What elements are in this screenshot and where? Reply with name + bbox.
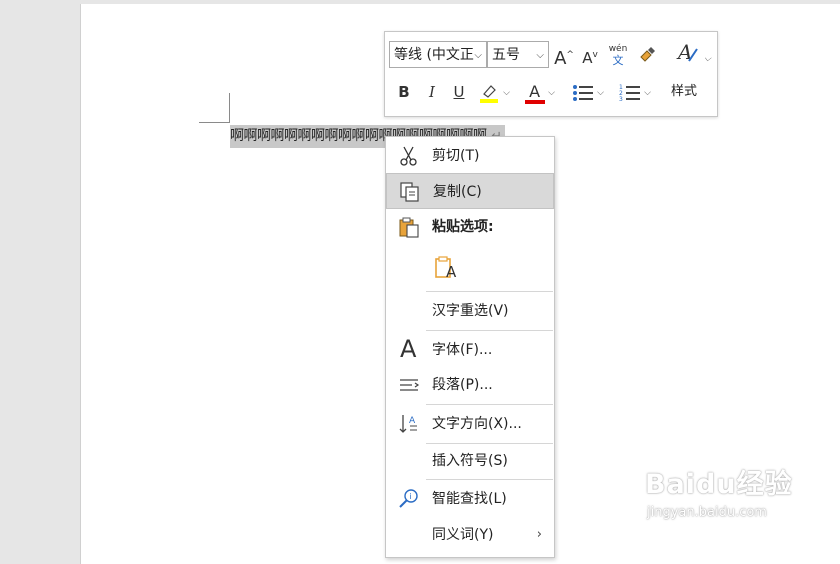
watermark-url: jingyan.baidu.com bbox=[647, 505, 767, 520]
menu-separator bbox=[426, 404, 553, 405]
bullet-list-icon bbox=[573, 84, 594, 101]
italic-button[interactable]: I bbox=[421, 78, 443, 106]
grow-font-button[interactable]: A^ bbox=[553, 41, 575, 69]
svg-text:A: A bbox=[409, 416, 416, 426]
format-painter-button[interactable] bbox=[635, 41, 659, 69]
context-menu: 剪切(T) 复制(C) 粘贴选项: A 汉字重选(V) A 字体(F)... 段… bbox=[385, 136, 555, 558]
format-painter-icon bbox=[640, 47, 655, 62]
scissors-icon bbox=[400, 146, 417, 166]
shrink-font-button[interactable]: Av bbox=[579, 41, 601, 69]
menu-separator bbox=[426, 291, 553, 292]
phonetic-bottom: 文 bbox=[612, 54, 624, 67]
menu-item-label: 同义词(Y) bbox=[432, 527, 494, 543]
font-name-value: 等线 (中文正 bbox=[394, 47, 474, 63]
menu-item-insert-symbol[interactable]: 插入符号(S) bbox=[386, 443, 554, 479]
menu-item-font[interactable]: A 字体(F)... bbox=[386, 332, 554, 368]
chevron-down-icon: ⌵ bbox=[536, 50, 544, 61]
menu-item-paste-options: 粘贴选项: bbox=[386, 209, 554, 245]
menu-item-label: 粘贴选项: bbox=[432, 219, 494, 235]
font-size-dropdown[interactable]: 五号 ⌵ bbox=[487, 41, 549, 68]
menu-item-label: 字体(F)... bbox=[432, 342, 493, 358]
menu-item-label: 插入符号(S) bbox=[432, 453, 508, 469]
chevron-down-icon: ⌵ bbox=[597, 87, 604, 98]
chevron-down-icon: ⌵ bbox=[548, 87, 555, 98]
chevron-down-icon: ⌵ bbox=[704, 54, 711, 64]
menu-item-text-direction[interactable]: A 文字方向(X)... bbox=[386, 406, 554, 442]
paste-icon bbox=[399, 217, 419, 238]
font-name-dropdown[interactable]: 等线 (中文正 ⌵ bbox=[389, 41, 487, 68]
menu-item-label: 汉字重选(V) bbox=[432, 303, 509, 319]
menu-item-synonyms[interactable]: 同义词(Y) › bbox=[386, 517, 554, 553]
grow-font-icon: A bbox=[554, 48, 567, 69]
copy-icon bbox=[400, 182, 419, 202]
crop-mark-horizontal bbox=[199, 122, 230, 123]
bold-button[interactable]: B bbox=[393, 78, 415, 106]
watermark: Baidu经验 jingyan.baidu.com bbox=[645, 462, 793, 520]
menu-separator bbox=[426, 330, 553, 331]
phonetic-guide-button[interactable]: wén 文 bbox=[607, 41, 629, 69]
styles-icon: A bbox=[676, 40, 698, 64]
shrink-font-icon: A bbox=[582, 49, 593, 67]
svg-text:3: 3 bbox=[619, 96, 623, 103]
menu-item-label: 复制(C) bbox=[433, 184, 482, 200]
chevron-down-icon: ⌵ bbox=[474, 50, 482, 61]
styles-button[interactable]: A ⌵ bbox=[673, 39, 713, 67]
chevron-down-icon: ⌵ bbox=[503, 87, 510, 98]
menu-item-copy[interactable]: 复制(C) bbox=[386, 173, 554, 209]
menu-item-label: 智能查找(L) bbox=[432, 491, 507, 507]
mini-toolbar: 等线 (中文正 ⌵ 五号 ⌵ A^ Av wén 文 A ⌵ 样式 B I U … bbox=[384, 31, 718, 117]
svg-text:i: i bbox=[409, 492, 411, 501]
paste-keep-text-letter: A bbox=[446, 263, 457, 281]
menu-item-label: 文字方向(X)... bbox=[432, 416, 522, 432]
chevron-down-icon: ⌵ bbox=[644, 87, 651, 98]
styles-label: 样式 bbox=[671, 84, 698, 99]
crop-mark-vertical bbox=[229, 93, 230, 123]
menu-item-paragraph[interactable]: 段落(P)... bbox=[386, 367, 554, 403]
font-icon: A bbox=[400, 335, 417, 363]
menu-separator bbox=[426, 479, 553, 480]
menu-item-smart-lookup[interactable]: i 智能查找(L) bbox=[386, 481, 554, 517]
font-color-bar bbox=[525, 99, 546, 104]
watermark-brand: Baidu经验 bbox=[645, 469, 793, 500]
smart-lookup-icon: i bbox=[399, 489, 418, 508]
chevron-right-icon: › bbox=[536, 527, 542, 542]
paste-keep-text-only[interactable]: A bbox=[386, 247, 554, 287]
highlighter-icon bbox=[480, 84, 499, 103]
menu-item-reconvert[interactable]: 汉字重选(V) bbox=[386, 293, 554, 329]
underline-button[interactable]: U bbox=[448, 78, 470, 106]
paragraph-icon bbox=[400, 379, 420, 391]
bullets-button[interactable]: ⌵ bbox=[568, 78, 608, 106]
menu-item-label: 段落(P)... bbox=[432, 377, 493, 393]
text-direction-icon: A bbox=[399, 415, 417, 433]
font-size-value: 五号 bbox=[492, 47, 520, 63]
numbering-button[interactable]: 1 2 3 ⌵ bbox=[615, 78, 655, 106]
menu-item-cut[interactable]: 剪切(T) bbox=[386, 138, 554, 174]
menu-item-label: 剪切(T) bbox=[432, 148, 480, 164]
numbered-list-icon: 1 2 3 bbox=[619, 84, 641, 103]
font-color-button[interactable]: A ⌵ bbox=[521, 78, 559, 106]
highlight-button[interactable]: ⌵ bbox=[475, 78, 513, 106]
